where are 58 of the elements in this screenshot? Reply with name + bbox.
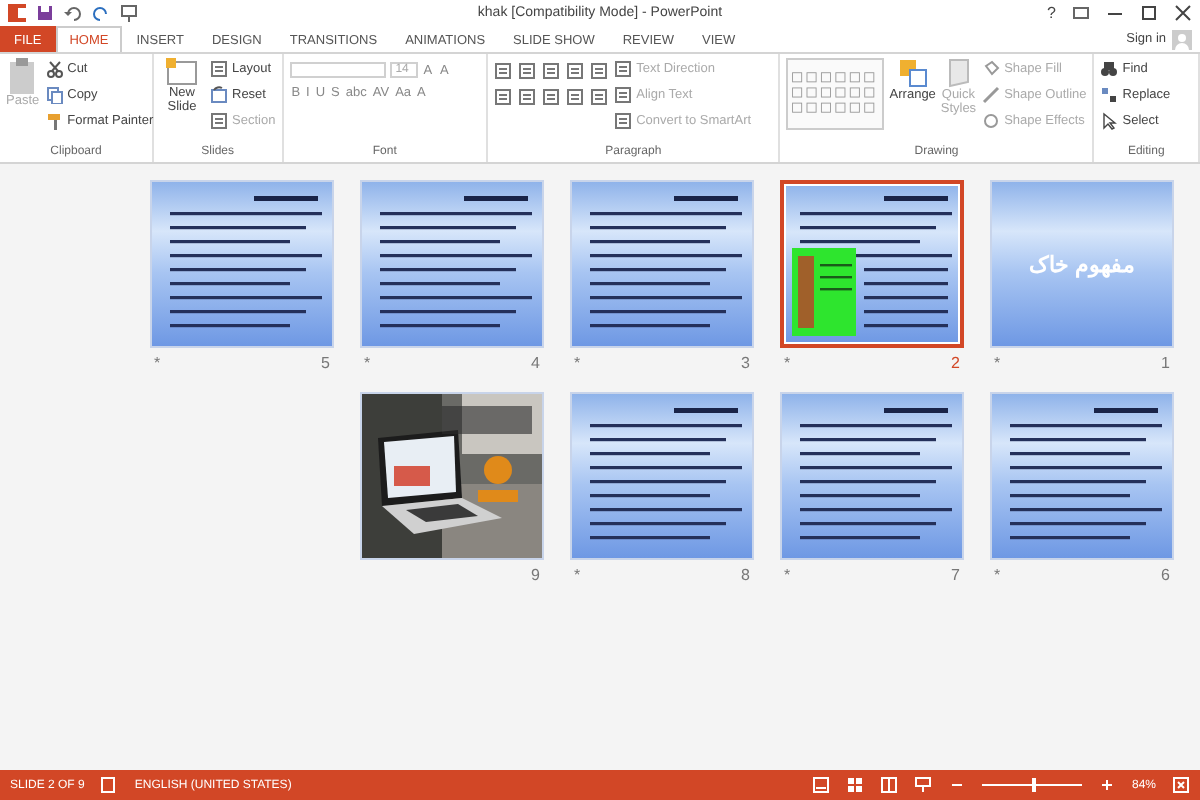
- zoom-slider-thumb[interactable]: [1031, 778, 1036, 792]
- reading-view-icon: [879, 776, 898, 794]
- new-slide-icon: [166, 58, 198, 86]
- slide-sorter-icon: [845, 776, 864, 794]
- list-icon: [566, 62, 585, 80]
- presentation-icon: [120, 4, 138, 22]
- transition-mark: *: [364, 354, 371, 372]
- transition-mark: *: [994, 566, 1001, 584]
- slide-number: 7: [951, 566, 960, 584]
- slide-number: 3: [741, 354, 750, 372]
- slide-number: 8: [741, 566, 750, 584]
- transition-mark: *: [574, 566, 581, 584]
- scissors-icon: [45, 60, 64, 78]
- slide-number: 2: [951, 354, 960, 372]
- slide-number: 5: [321, 354, 330, 372]
- arrange-icon: [897, 58, 928, 88]
- close-icon: [1174, 4, 1192, 22]
- layout-icon: [210, 60, 228, 78]
- font-name-field[interactable]: [289, 62, 386, 78]
- transition-mark: *: [154, 354, 161, 372]
- copy-icon: [45, 86, 64, 104]
- notes-view-icon: [811, 776, 830, 794]
- maximize-icon: [1140, 4, 1158, 22]
- slide-title: مفهوم خاک: [1028, 251, 1136, 277]
- slide-number: 9: [531, 566, 540, 584]
- clipboard-icon: [6, 58, 39, 94]
- undo-icon: [64, 4, 82, 22]
- quick-styles-icon: [943, 58, 974, 88]
- align-icon: [566, 88, 585, 106]
- reset-icon: [210, 86, 228, 104]
- transition-mark: *: [994, 354, 1001, 372]
- slideshow-icon: [913, 776, 932, 794]
- binoculars-icon: [1100, 60, 1119, 78]
- effects-icon: [982, 112, 1001, 130]
- align-icon: [494, 88, 513, 106]
- redo-icon: [92, 4, 110, 22]
- transition-mark: *: [784, 354, 791, 372]
- help-button[interactable]: ?: [1047, 4, 1056, 22]
- list-icon: [542, 62, 561, 80]
- align-icon: [590, 88, 609, 106]
- cursor-icon: [1100, 112, 1119, 130]
- zoom-in-icon: [1097, 776, 1116, 794]
- slide-number: 4: [531, 354, 540, 372]
- list-icon: [494, 62, 513, 80]
- transition-mark: *: [784, 566, 791, 584]
- transition-mark: *: [574, 354, 581, 372]
- align-icon: [542, 88, 561, 106]
- align-icon: [518, 88, 537, 106]
- slide-number: 1: [1161, 354, 1170, 372]
- brush-icon: [45, 112, 64, 130]
- pencil-icon: [982, 86, 1001, 104]
- list-icon: [518, 62, 537, 80]
- slide-number: 6: [1161, 566, 1170, 584]
- paint-bucket-icon: [982, 60, 1001, 78]
- list-icon: [590, 62, 609, 80]
- fit-slide-icon: [1172, 776, 1190, 794]
- notes-icon: [100, 776, 119, 794]
- replace-icon: [1100, 86, 1119, 104]
